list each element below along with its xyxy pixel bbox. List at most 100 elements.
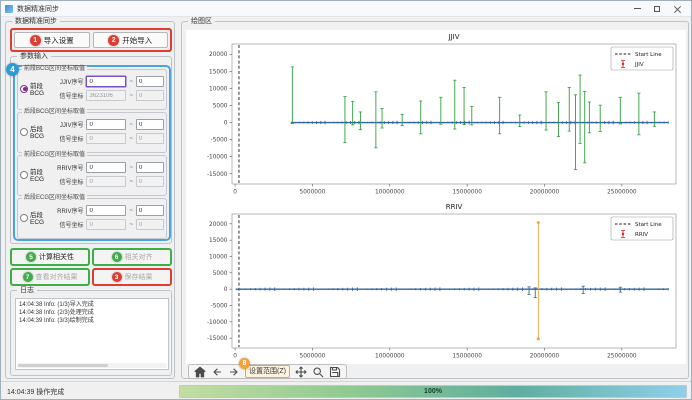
- svg-text:0: 0: [233, 354, 237, 360]
- param-row-label: 信号坐标: [55, 91, 83, 100]
- log-groupbox: 日志 14:04:38 Info: (1/3)导入完成14:04:38 Info…: [10, 290, 172, 376]
- svg-text:15000: 15000: [209, 238, 228, 244]
- param-group-body: 前段ECGRRIV序号 ~ 信号坐标~: [18, 156, 166, 189]
- range-separator: ~: [129, 165, 133, 171]
- range-separator: ~: [129, 93, 133, 99]
- param-to-input[interactable]: [136, 76, 164, 87]
- log-list[interactable]: 14:04:38 Info: (1/3)导入完成14:04:38 Info: (…: [15, 298, 169, 370]
- plot-panel-title: 绘图区: [188, 17, 215, 26]
- range-separator: ~: [129, 222, 133, 228]
- svg-text:-5000: -5000: [211, 138, 228, 144]
- pan-button[interactable]: [295, 366, 307, 378]
- plot-toolbar: 8设置范围(Z): [188, 364, 347, 379]
- status-message: 14:04:39 操作完成: [7, 387, 64, 397]
- set-range-label: 设置范围(Z): [249, 368, 286, 375]
- back-button[interactable]: [211, 366, 223, 378]
- import-settings-label: 导入设置: [44, 35, 74, 46]
- param-group-2: 后段BCG区间坐标取值后段BCGJJIV序号~信号坐标~: [17, 112, 167, 153]
- param-group-body: 后段ECGRRIV序号~ 信号坐标~: [18, 199, 166, 232]
- compute-correlation-button[interactable]: 5计算相关性: [10, 248, 90, 266]
- sync-panel-title: 数据精准同步: [12, 17, 60, 26]
- close-button[interactable]: [667, 2, 687, 16]
- minimize-button[interactable]: [627, 2, 647, 16]
- forward-icon: [228, 366, 240, 378]
- svg-text:20000000: 20000000: [530, 190, 560, 196]
- step-badge: 1: [30, 35, 41, 46]
- step-badge: 4: [6, 63, 19, 76]
- log-entry: 14:04:39 Info: (3/3)绘制完成: [19, 317, 165, 325]
- save-figure-button[interactable]: [329, 366, 341, 378]
- svg-text:0: 0: [224, 121, 228, 127]
- param-group-body: 后段BCGJJIV序号~信号坐标~: [18, 113, 166, 146]
- log-scrollbar-horizontal[interactable]: [17, 363, 167, 368]
- import-settings-button[interactable]: 1 导入设置: [14, 32, 90, 48]
- svg-text:-15000: -15000: [207, 172, 228, 178]
- svg-text:10000000: 10000000: [375, 354, 405, 360]
- start-import-label: 开始导入: [122, 35, 152, 46]
- home-icon: [194, 366, 206, 378]
- svg-text:RRIV: RRIV: [635, 232, 648, 238]
- rriv-chart[interactable]: RRIV-15000-10000-50000500010000150002000…: [186, 200, 684, 364]
- radio-icon: [20, 171, 28, 179]
- forward-button[interactable]: [228, 366, 240, 378]
- action-button-label: 相关对齐: [125, 252, 153, 262]
- param-from-input[interactable]: [86, 162, 126, 173]
- param-to-input: [136, 133, 164, 144]
- param-rows: JJIV序号~信号坐标~: [55, 119, 164, 144]
- svg-text:10000: 10000: [209, 86, 228, 92]
- svg-text:15000000: 15000000: [452, 354, 482, 360]
- svg-text:20000: 20000: [209, 52, 228, 58]
- param-row: 信号坐标 ~: [55, 90, 164, 101]
- param-row: RRIV序号~: [55, 205, 164, 216]
- param-row-label: 信号坐标: [55, 177, 83, 186]
- start-import-button[interactable]: 2 开始导入: [93, 32, 169, 48]
- step-badge: 8: [239, 358, 250, 369]
- scrollbar-thumb[interactable]: [18, 364, 108, 367]
- home-button[interactable]: [194, 366, 206, 378]
- app-window: 数据精准同步 数据精准同步 1 导入设置 2 开始导入 参数输入 4 前段BCG…: [0, 0, 692, 400]
- param-from-input: [86, 219, 126, 230]
- svg-text:JJIV: JJIV: [634, 62, 644, 68]
- set-range-button[interactable]: 8设置范围(Z): [245, 365, 290, 378]
- maximize-icon: [654, 6, 660, 12]
- params-groupbox: 参数输入 4 前段BCG区间坐标取值前段BCGJJIV序号~信号坐标~后段BCG…: [10, 56, 172, 244]
- param-from-input[interactable]: [86, 76, 126, 87]
- progress-label: 100%: [424, 388, 442, 395]
- svg-text:-5000: -5000: [211, 304, 228, 310]
- svg-text:5000000: 5000000: [300, 190, 326, 196]
- log-entry: 14:04:38 Info: (2/3)处理完成: [19, 309, 165, 317]
- action-button-label: 查看对齐结果: [36, 272, 78, 282]
- param-row: 信号坐标~: [55, 219, 164, 230]
- plot-panel: 绘图区 JJIV-15000-10000-5000050001000015000…: [181, 21, 689, 379]
- param-from-input: [86, 90, 126, 101]
- svg-text:20000: 20000: [209, 222, 228, 228]
- radio-option-4[interactable]: 后段ECG: [20, 209, 55, 226]
- radio-label: 前段BCG: [30, 80, 55, 97]
- radio-option-3[interactable]: 前段ECG: [20, 166, 55, 183]
- param-row-label: RRIV序号: [55, 163, 83, 172]
- param-group-body: 前段BCGJJIV序号~ 信号坐标 ~: [18, 70, 166, 103]
- figure-canvas[interactable]: JJIV-15000-10000-50000500010000150002000…: [186, 30, 686, 364]
- radio-option-2[interactable]: 后段BCG: [20, 123, 55, 140]
- radio-option-1[interactable]: 前段BCG: [20, 80, 55, 97]
- jjiv-chart[interactable]: JJIV-15000-10000-50000500010000150002000…: [186, 30, 684, 200]
- maximize-button[interactable]: [647, 2, 667, 16]
- param-from-input[interactable]: [86, 119, 126, 130]
- svg-text:RRIV: RRIV: [446, 203, 463, 211]
- param-from-input[interactable]: [86, 205, 126, 216]
- param-row-label: JJIV序号: [55, 77, 83, 86]
- param-group-1: 前段BCG区间坐标取值前段BCGJJIV序号~信号坐标~: [17, 69, 167, 110]
- svg-text:10000000: 10000000: [375, 190, 405, 196]
- svg-text:Start Line: Start Line: [635, 52, 662, 58]
- param-to-input: [136, 176, 164, 187]
- svg-text:5000000: 5000000: [300, 354, 326, 360]
- param-to-input[interactable]: [136, 119, 164, 130]
- param-row: 信号坐标~: [55, 176, 164, 187]
- back-icon: [211, 366, 223, 378]
- zoom-button[interactable]: [312, 366, 324, 378]
- param-to-input[interactable]: [136, 205, 164, 216]
- step-badge: 3: [112, 272, 122, 282]
- param-row: JJIV序号~: [55, 76, 164, 87]
- param-to-input[interactable]: [136, 162, 164, 173]
- status-bar: 14:04:39 操作完成 100%: [1, 381, 691, 399]
